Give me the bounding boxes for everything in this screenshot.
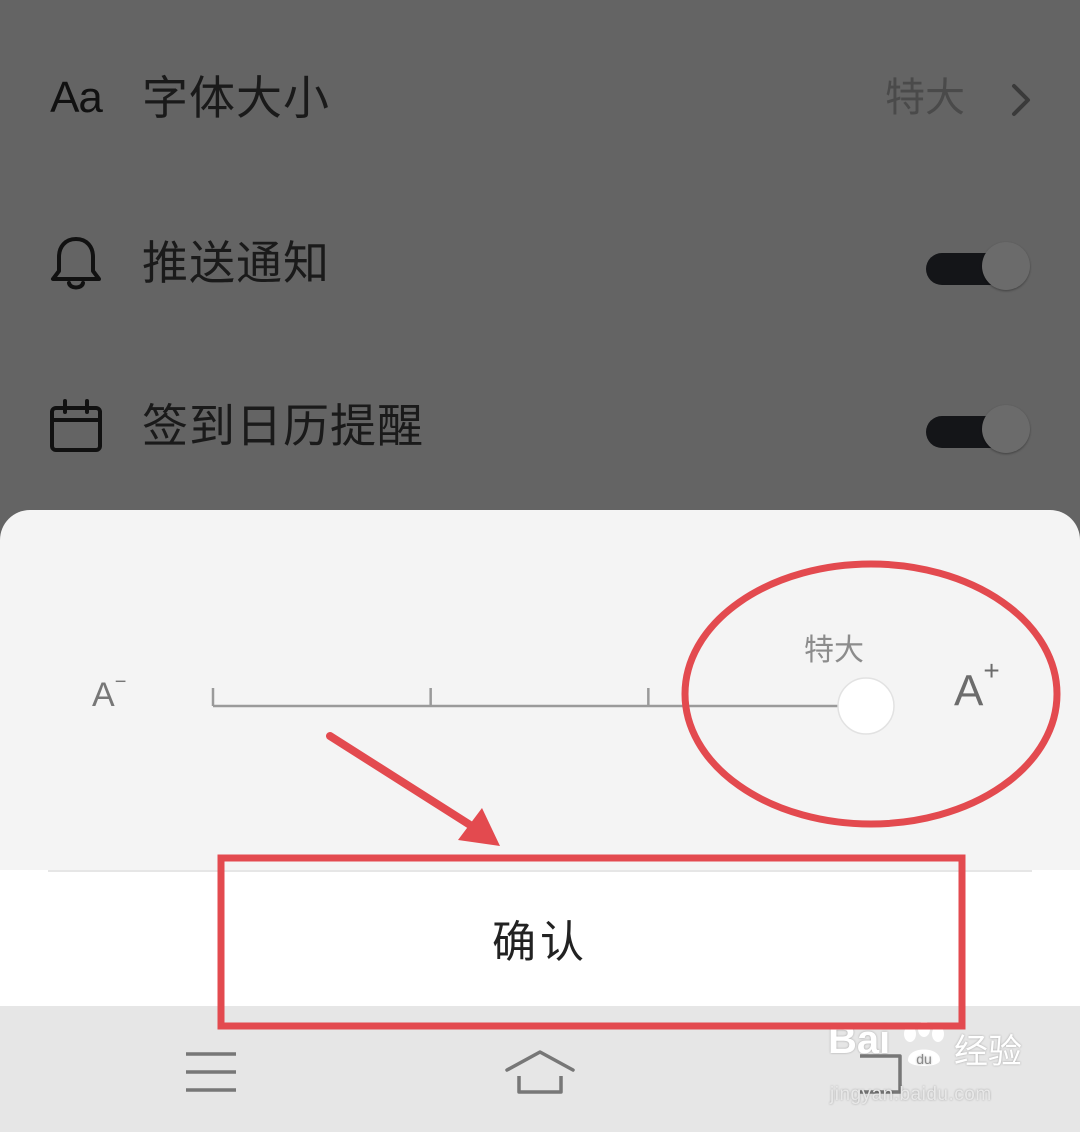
- baidu-jingyan-watermark: Bai du 经验 jingyan.baidu.com: [828, 1018, 1022, 1105]
- setting-label-push: 推送通知: [142, 236, 330, 290]
- confirm-button[interactable]: 确认: [0, 870, 1080, 1006]
- setting-label-calendar: 签到日历提醒: [142, 399, 424, 453]
- font-level-label: 特大: [804, 633, 864, 668]
- setting-label-font-size: 字体大小: [142, 71, 330, 125]
- font-size-slider[interactable]: [200, 670, 920, 750]
- home-icon[interactable]: [500, 1042, 580, 1102]
- bell-icon: [44, 231, 108, 295]
- svg-text:du: du: [916, 1051, 932, 1067]
- calendar-icon: [44, 394, 108, 458]
- menu-icon[interactable]: [171, 1042, 251, 1102]
- paw-icon: du: [904, 1022, 944, 1067]
- increase-font-icon[interactable]: A+: [954, 655, 1000, 717]
- push-toggle[interactable]: [926, 242, 1030, 290]
- font-size-icon: Aa: [50, 73, 103, 122]
- setting-row-calendar: 签到日历提醒: [0, 372, 1080, 482]
- decrease-font-icon[interactable]: A−: [92, 671, 126, 715]
- chevron-right-icon: [1012, 84, 1030, 116]
- toggle-knob: [982, 242, 1030, 290]
- setting-row-push: 推送通知: [0, 209, 1080, 319]
- slider-knob[interactable]: [837, 677, 895, 735]
- calendar-toggle[interactable]: [926, 405, 1030, 453]
- setting-value-font-size: 特大: [885, 75, 965, 121]
- setting-row-font-size[interactable]: Aa 字体大小 特大: [0, 44, 1080, 154]
- toggle-knob: [982, 405, 1030, 453]
